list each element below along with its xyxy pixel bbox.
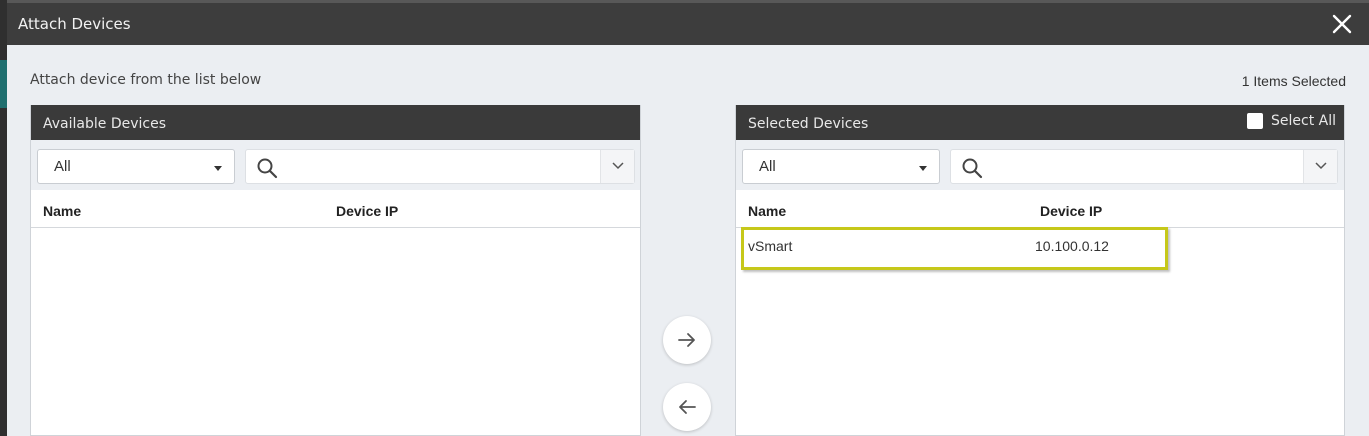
table-row[interactable]: vSmart 10.100.0.12 (736, 228, 1344, 264)
select-all-checkbox[interactable]: Select All (1247, 113, 1336, 129)
dialog-instructions: Attach device from the list below (30, 72, 262, 88)
column-header-device-ip[interactable]: Device IP (1040, 203, 1102, 219)
selected-table-header: Name Device IP (736, 190, 1344, 228)
background-accent (0, 60, 7, 108)
selected-filter-dropdown[interactable]: All (742, 149, 940, 184)
close-icon[interactable] (1329, 11, 1355, 37)
available-search-expand[interactable] (600, 150, 634, 183)
selected-filter-bar: All (736, 140, 1344, 190)
selected-search-input[interactable] (950, 149, 1338, 184)
select-all-label: Select All (1271, 113, 1336, 129)
selected-search-expand[interactable] (1303, 150, 1337, 183)
column-header-name[interactable]: Name (748, 203, 786, 219)
available-search-input[interactable] (245, 149, 635, 184)
available-devices-panel: Available Devices All Name Device IP (30, 105, 641, 436)
device-ip-cell: 10.100.0.12 (1035, 238, 1109, 254)
dialog-title: Attach Devices (18, 15, 131, 33)
column-header-name[interactable]: Name (43, 203, 81, 219)
column-header-device-ip[interactable]: Device IP (336, 203, 398, 219)
available-table-header: Name Device IP (31, 190, 640, 228)
arrow-right-icon (678, 333, 695, 347)
items-selected-count: 1 Items Selected (1241, 73, 1346, 89)
checkbox-icon[interactable] (1247, 113, 1263, 129)
move-left-button[interactable] (663, 383, 711, 431)
attach-devices-dialog: Attach Devices Attach device from the li… (7, 3, 1369, 436)
selected-devices-title: Selected Devices (748, 116, 869, 132)
chevron-down-icon (1315, 162, 1327, 170)
available-devices-title: Available Devices (43, 116, 166, 132)
selected-devices-panel: Selected Devices Select All All Name Dev… (735, 105, 1345, 436)
background-sidebar-strip (0, 0, 7, 436)
device-name-cell: vSmart (748, 238, 793, 254)
available-devices-header: Available Devices (31, 105, 640, 140)
available-filter-dropdown[interactable]: All (37, 149, 235, 184)
dialog-titlebar: Attach Devices (7, 3, 1369, 45)
search-icon (257, 158, 278, 179)
search-icon (962, 158, 983, 179)
selected-devices-header: Selected Devices Select All (736, 105, 1344, 140)
caret-down-icon (919, 166, 927, 171)
chevron-down-icon (612, 162, 624, 170)
selected-filter-value: All (759, 158, 776, 175)
arrow-left-icon (679, 400, 696, 414)
available-filter-bar: All (31, 140, 640, 190)
available-filter-value: All (54, 158, 71, 175)
move-right-button[interactable] (663, 316, 711, 364)
caret-down-icon (214, 166, 222, 171)
